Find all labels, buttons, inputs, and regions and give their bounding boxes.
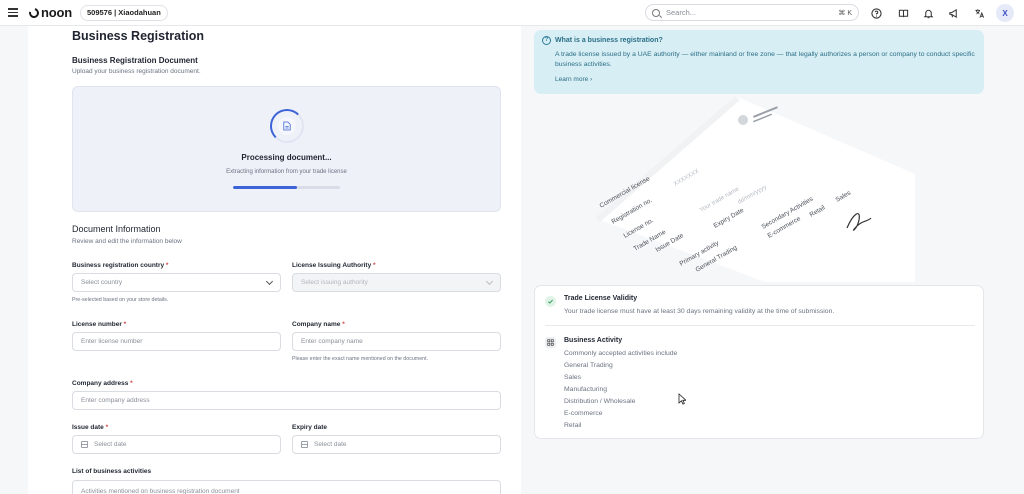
processing-subtitle: Extracting information from your trade l… xyxy=(226,169,347,175)
country-hint: Pre-selected based on your store details… xyxy=(72,297,169,303)
activity-item: General Trading xyxy=(564,362,613,369)
activities-textarea[interactable]: Activities mentioned on business registr… xyxy=(72,480,501,494)
country-label: Business registration country * xyxy=(72,262,169,269)
authority-label: License Issuing Authority * xyxy=(292,262,376,269)
help-circle-icon: ? xyxy=(542,36,551,45)
activity-item: Retail xyxy=(564,422,582,429)
doc-info-subtitle: Review and edit the information below xyxy=(72,238,182,245)
bell-icon[interactable] xyxy=(920,5,936,21)
translate-icon[interactable] xyxy=(971,5,987,21)
page-title: Business Registration xyxy=(72,29,204,43)
help-icon[interactable] xyxy=(868,5,884,21)
activity-item: Distribution / Wholesale xyxy=(564,398,636,405)
expiry-date-input[interactable]: Select date xyxy=(292,435,501,454)
store-selector[interactable]: 509576 | Xiaodahuan xyxy=(80,5,168,21)
noon-logo[interactable]: noon xyxy=(27,5,72,20)
company-name-label: Company name * xyxy=(292,321,345,328)
upload-section-subtitle: Upload your business registration docume… xyxy=(72,68,201,75)
check-circle-icon xyxy=(545,296,556,307)
calendar-icon xyxy=(81,441,88,448)
mouse-cursor-icon xyxy=(678,393,686,405)
chevron-down-icon xyxy=(485,277,494,286)
activity-item: E-commerce xyxy=(564,410,603,417)
issue-date-input[interactable]: Select date xyxy=(72,435,281,454)
activity-intro: Commonly accepted activities include xyxy=(564,350,678,357)
upload-section-title: Business Registration Document xyxy=(72,56,198,65)
company-name-hint: Please enter the exact name mentioned on… xyxy=(292,356,429,362)
license-number-label: License number * xyxy=(72,321,127,328)
activities-label: List of business activities xyxy=(72,468,152,475)
expiry-date-label: Expiry date xyxy=(292,424,328,431)
search-placeholder: Search... xyxy=(666,8,697,17)
chevron-down-icon xyxy=(265,277,274,286)
divider xyxy=(545,325,975,326)
avatar[interactable]: X xyxy=(996,4,1014,22)
book-icon[interactable] xyxy=(895,5,911,21)
license-number-input[interactable]: Enter license number xyxy=(72,332,281,351)
upload-dropzone[interactable] xyxy=(72,86,501,212)
processing-title: Processing document... xyxy=(241,153,332,162)
activity-item: Manufacturing xyxy=(564,386,608,393)
doc-info-title: Document Information xyxy=(72,224,161,234)
address-label: Company address * xyxy=(72,380,133,387)
calendar-icon xyxy=(301,441,308,448)
search-icon xyxy=(652,8,660,17)
menu-icon[interactable] xyxy=(8,6,20,20)
grid-icon xyxy=(545,337,556,348)
country-select[interactable]: Select country xyxy=(72,273,281,292)
search-shortcut: ⌘ K xyxy=(838,9,852,17)
megaphone-icon[interactable] xyxy=(945,5,961,21)
address-input[interactable]: Enter company address xyxy=(72,391,501,410)
progress-bar xyxy=(233,186,340,189)
info-body: A trade license issued by a UAE authorit… xyxy=(555,51,975,68)
validity-text: Your trade license must have at least 30… xyxy=(564,308,835,315)
search-input[interactable]: Search... ⌘ K xyxy=(645,4,859,21)
issue-date-label: Issue date * xyxy=(72,424,109,431)
learn-more-link[interactable]: Learn more › xyxy=(555,76,592,83)
license-sample-image: Commercial license Registration no. Lice… xyxy=(595,96,915,282)
validity-title: Trade License Validity xyxy=(564,295,638,302)
info-title: What is a business registration? xyxy=(555,37,663,44)
logo-text: noon xyxy=(41,5,72,20)
top-bar: noon 509576 | Xiaodahuan Search... ⌘ K X xyxy=(0,0,1024,26)
document-icon xyxy=(278,117,296,135)
authority-select[interactable]: Select issuing authority xyxy=(292,273,501,292)
activity-item: Sales xyxy=(564,374,582,381)
progress-fill xyxy=(233,186,298,189)
company-name-input[interactable]: Enter company name xyxy=(292,332,501,351)
activity-title: Business Activity xyxy=(564,337,623,344)
